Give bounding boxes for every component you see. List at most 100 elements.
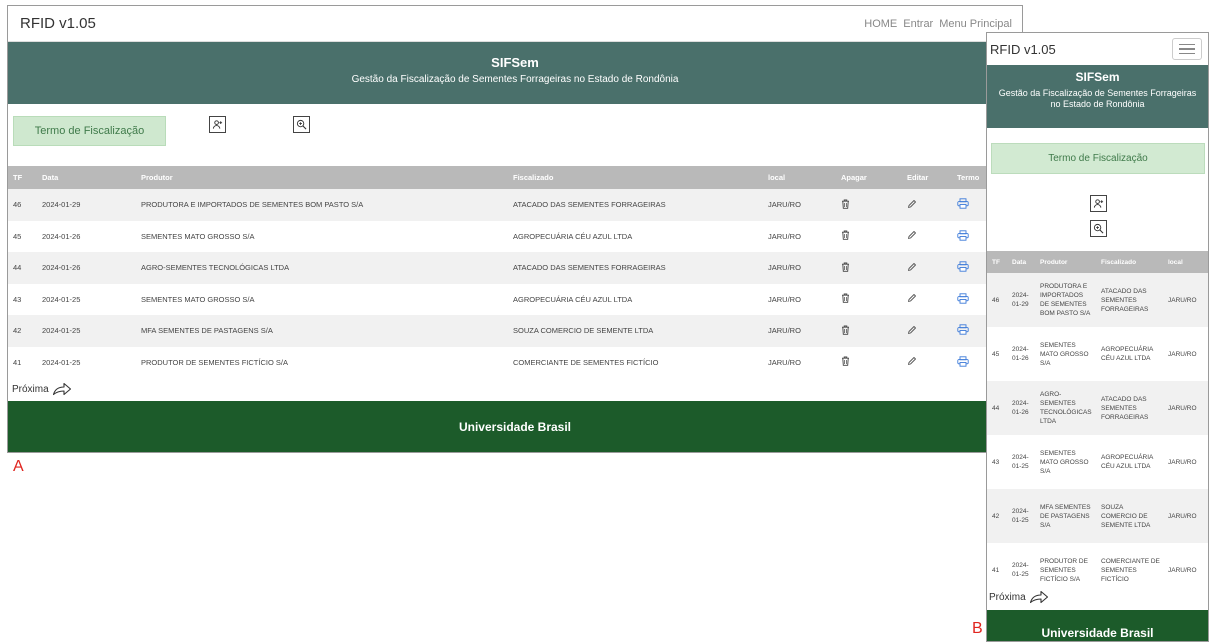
- table-row[interactable]: 46 2024-01-29 PRODUTORA E IMPORTADOS DE SE…: [8, 189, 1022, 221]
- footer: Universidade Brasil: [8, 401, 1022, 452]
- cell-local: JARU/RO: [763, 189, 836, 221]
- printer-icon[interactable]: [957, 261, 969, 274]
- col-header-produtor[interactable]: Produtor: [136, 166, 508, 189]
- table-row[interactable]: 43 2024-01-25 SEMENTES MATO GROSSO S/A AGRO…: [987, 435, 1208, 489]
- printer-icon[interactable]: [957, 198, 969, 211]
- zoom-in-icon[interactable]: [293, 116, 310, 133]
- col-header-editar[interactable]: Editar: [902, 166, 952, 189]
- footer: Universidade Brasil: [987, 610, 1208, 641]
- add-user-icon[interactable]: [209, 116, 226, 133]
- mobile-view-panel: RFID v1.05 SIFSem Gestão da Fiscalização…: [986, 32, 1209, 642]
- cell-local: JARU/RO: [1163, 543, 1208, 597]
- trash-icon[interactable]: [841, 356, 850, 368]
- edit-cell: [902, 283, 952, 315]
- pencil-icon[interactable]: [907, 199, 917, 211]
- cell-tf: 44: [8, 252, 37, 284]
- edit-cell: [902, 252, 952, 284]
- edit-cell: [902, 315, 952, 347]
- delete-cell: [836, 252, 902, 284]
- printer-icon[interactable]: [957, 293, 969, 306]
- delete-cell: [836, 283, 902, 315]
- termo-fiscalizacao-button[interactable]: Termo de Fiscalização: [991, 143, 1205, 174]
- delete-cell: [836, 189, 902, 221]
- next-page-link[interactable]: Próxima: [12, 382, 72, 396]
- pencil-icon[interactable]: [907, 325, 917, 337]
- cell-tf: 42: [987, 489, 1007, 543]
- cell-fiscalizado: AGROPECUÁRIA CÉU AZUL LTDA: [1096, 435, 1163, 489]
- printer-icon[interactable]: [957, 324, 969, 337]
- col-header-data[interactable]: Data: [1007, 251, 1035, 273]
- table-scroll-container[interactable]: TF Data Produtor Fiscalizado local 46 202…: [987, 251, 1208, 603]
- table-row[interactable]: 44 2024-01-26 AGRO-SEMENTES TECNOLÓGICAS L…: [987, 381, 1208, 435]
- table-row[interactable]: 44 2024-01-26 AGRO-SEMENTES TECNOLÓGICAS L…: [8, 252, 1022, 284]
- trash-icon[interactable]: [841, 325, 850, 337]
- page-subtitle: Gestão da Fiscalização de Sementes Forra…: [351, 74, 679, 85]
- trash-icon[interactable]: [841, 293, 850, 305]
- cell-fiscalizado: COMERCIANTE DE SEMENTES FICTÍCIO: [1096, 543, 1163, 597]
- cell-produtor: PRODUTOR DE SEMENTES FICTÍCIO S/A: [136, 346, 508, 378]
- top-navbar: RFID v1.05 HOME Entrar Menu Principal: [8, 6, 1022, 42]
- share-arrow-icon: [52, 382, 71, 396]
- cell-tf: 43: [987, 435, 1007, 489]
- trash-icon[interactable]: [841, 262, 850, 274]
- cell-produtor: PRODUTOR DE SEMENTES FICTÍCIO S/A: [1035, 543, 1096, 597]
- col-header-data[interactable]: Data: [37, 166, 136, 189]
- trash-icon[interactable]: [841, 230, 850, 242]
- cell-produtor: AGRO-SEMENTES TECNOLÓGICAS LTDA: [1035, 381, 1096, 435]
- col-header-local[interactable]: local: [763, 166, 836, 189]
- termo-fiscalizacao-button[interactable]: Termo de Fiscalização: [13, 116, 166, 146]
- cell-local: JARU/RO: [763, 315, 836, 347]
- hamburger-menu-icon[interactable]: [1172, 38, 1202, 60]
- col-header-local[interactable]: local: [1163, 251, 1208, 273]
- col-header-produtor[interactable]: Produtor: [1035, 251, 1096, 273]
- brand-logo[interactable]: RFID v1.05: [990, 42, 1056, 57]
- toolbar: Termo de Fiscalização: [8, 104, 1022, 164]
- zoom-in-icon[interactable]: [1090, 220, 1107, 237]
- trash-icon[interactable]: [841, 199, 850, 211]
- edit-cell: [902, 346, 952, 378]
- cell-fiscalizado: ATACADO DAS SEMENTES FORRAGEIRAS: [508, 189, 763, 221]
- table-row[interactable]: 43 2024-01-25 SEMENTES MATO GROSSO S/A AGRO…: [8, 283, 1022, 315]
- next-page-link[interactable]: Próxima: [989, 590, 1049, 604]
- nav-link-entrar[interactable]: Entrar: [903, 18, 933, 30]
- share-arrow-icon: [1029, 590, 1048, 604]
- figure-label-a: A: [13, 458, 24, 475]
- table-row[interactable]: 42 2024-01-25 MFA SEMENTES DE PASTAGENS S/…: [8, 315, 1022, 347]
- desktop-view-panel: RFID v1.05 HOME Entrar Menu Principal SI…: [7, 5, 1023, 453]
- table-row[interactable]: 45 2024-01-26 SEMENTES MATO GROSSO S/A AGRO…: [8, 220, 1022, 252]
- pencil-icon[interactable]: [907, 294, 917, 305]
- printer-icon[interactable]: [957, 356, 969, 369]
- table-row[interactable]: 42 2024-01-25 MFA SEMENTES DE PASTAGENS S/…: [987, 489, 1208, 543]
- cell-data: 2024-01-26: [37, 252, 136, 284]
- col-header-tf[interactable]: TF: [987, 251, 1007, 273]
- edit-cell: [902, 220, 952, 252]
- nav-link-home[interactable]: HOME: [864, 18, 897, 30]
- table-header-row: TF Data Produtor Fiscalizado local Apaga…: [8, 166, 1022, 189]
- col-header-fiscalizado[interactable]: Fiscalizado: [508, 166, 763, 189]
- table-row[interactable]: 41 2024-01-25 PRODUTOR DE SEMENTES FICTÍCI…: [987, 543, 1208, 597]
- brand-logo[interactable]: RFID v1.05: [20, 15, 96, 32]
- table-row[interactable]: 46 2024-01-29 PRODUTORA E IMPORTADOS DE SE…: [987, 273, 1208, 327]
- cell-fiscalizado: ATACADO DAS SEMENTES FORRAGEIRAS: [1096, 381, 1163, 435]
- cell-local: JARU/RO: [1163, 327, 1208, 381]
- cell-data: 2024-01-26: [37, 220, 136, 252]
- cell-local: JARU/RO: [1163, 381, 1208, 435]
- pencil-icon[interactable]: [907, 262, 917, 274]
- table-row[interactable]: 41 2024-01-25 PRODUTOR DE SEMENTES FICTÍCI…: [8, 346, 1022, 378]
- table-row[interactable]: 45 2024-01-26 SEMENTES MATO GROSSO S/A AGRO…: [987, 327, 1208, 381]
- pencil-icon[interactable]: [907, 231, 917, 242]
- col-header-apagar[interactable]: Apagar: [836, 166, 902, 189]
- top-navbar: RFID v1.05: [987, 33, 1208, 65]
- col-header-fiscalizado[interactable]: Fiscalizado: [1096, 251, 1163, 273]
- figure-label-b: B: [972, 620, 983, 637]
- printer-icon[interactable]: [957, 230, 969, 243]
- cell-produtor: SEMENTES MATO GROSSO S/A: [136, 220, 508, 252]
- fiscalizacao-table: TF Data Produtor Fiscalizado local Apaga…: [8, 166, 1022, 378]
- col-header-tf[interactable]: TF: [8, 166, 37, 189]
- add-user-icon[interactable]: [1090, 195, 1107, 212]
- cell-fiscalizado: ATACADO DAS SEMENTES FORRAGEIRAS: [1096, 273, 1163, 327]
- nav-link-menu-principal[interactable]: Menu Principal: [939, 18, 1012, 30]
- pencil-icon[interactable]: [907, 357, 917, 368]
- cell-tf: 46: [987, 273, 1007, 327]
- cell-local: JARU/RO: [1163, 435, 1208, 489]
